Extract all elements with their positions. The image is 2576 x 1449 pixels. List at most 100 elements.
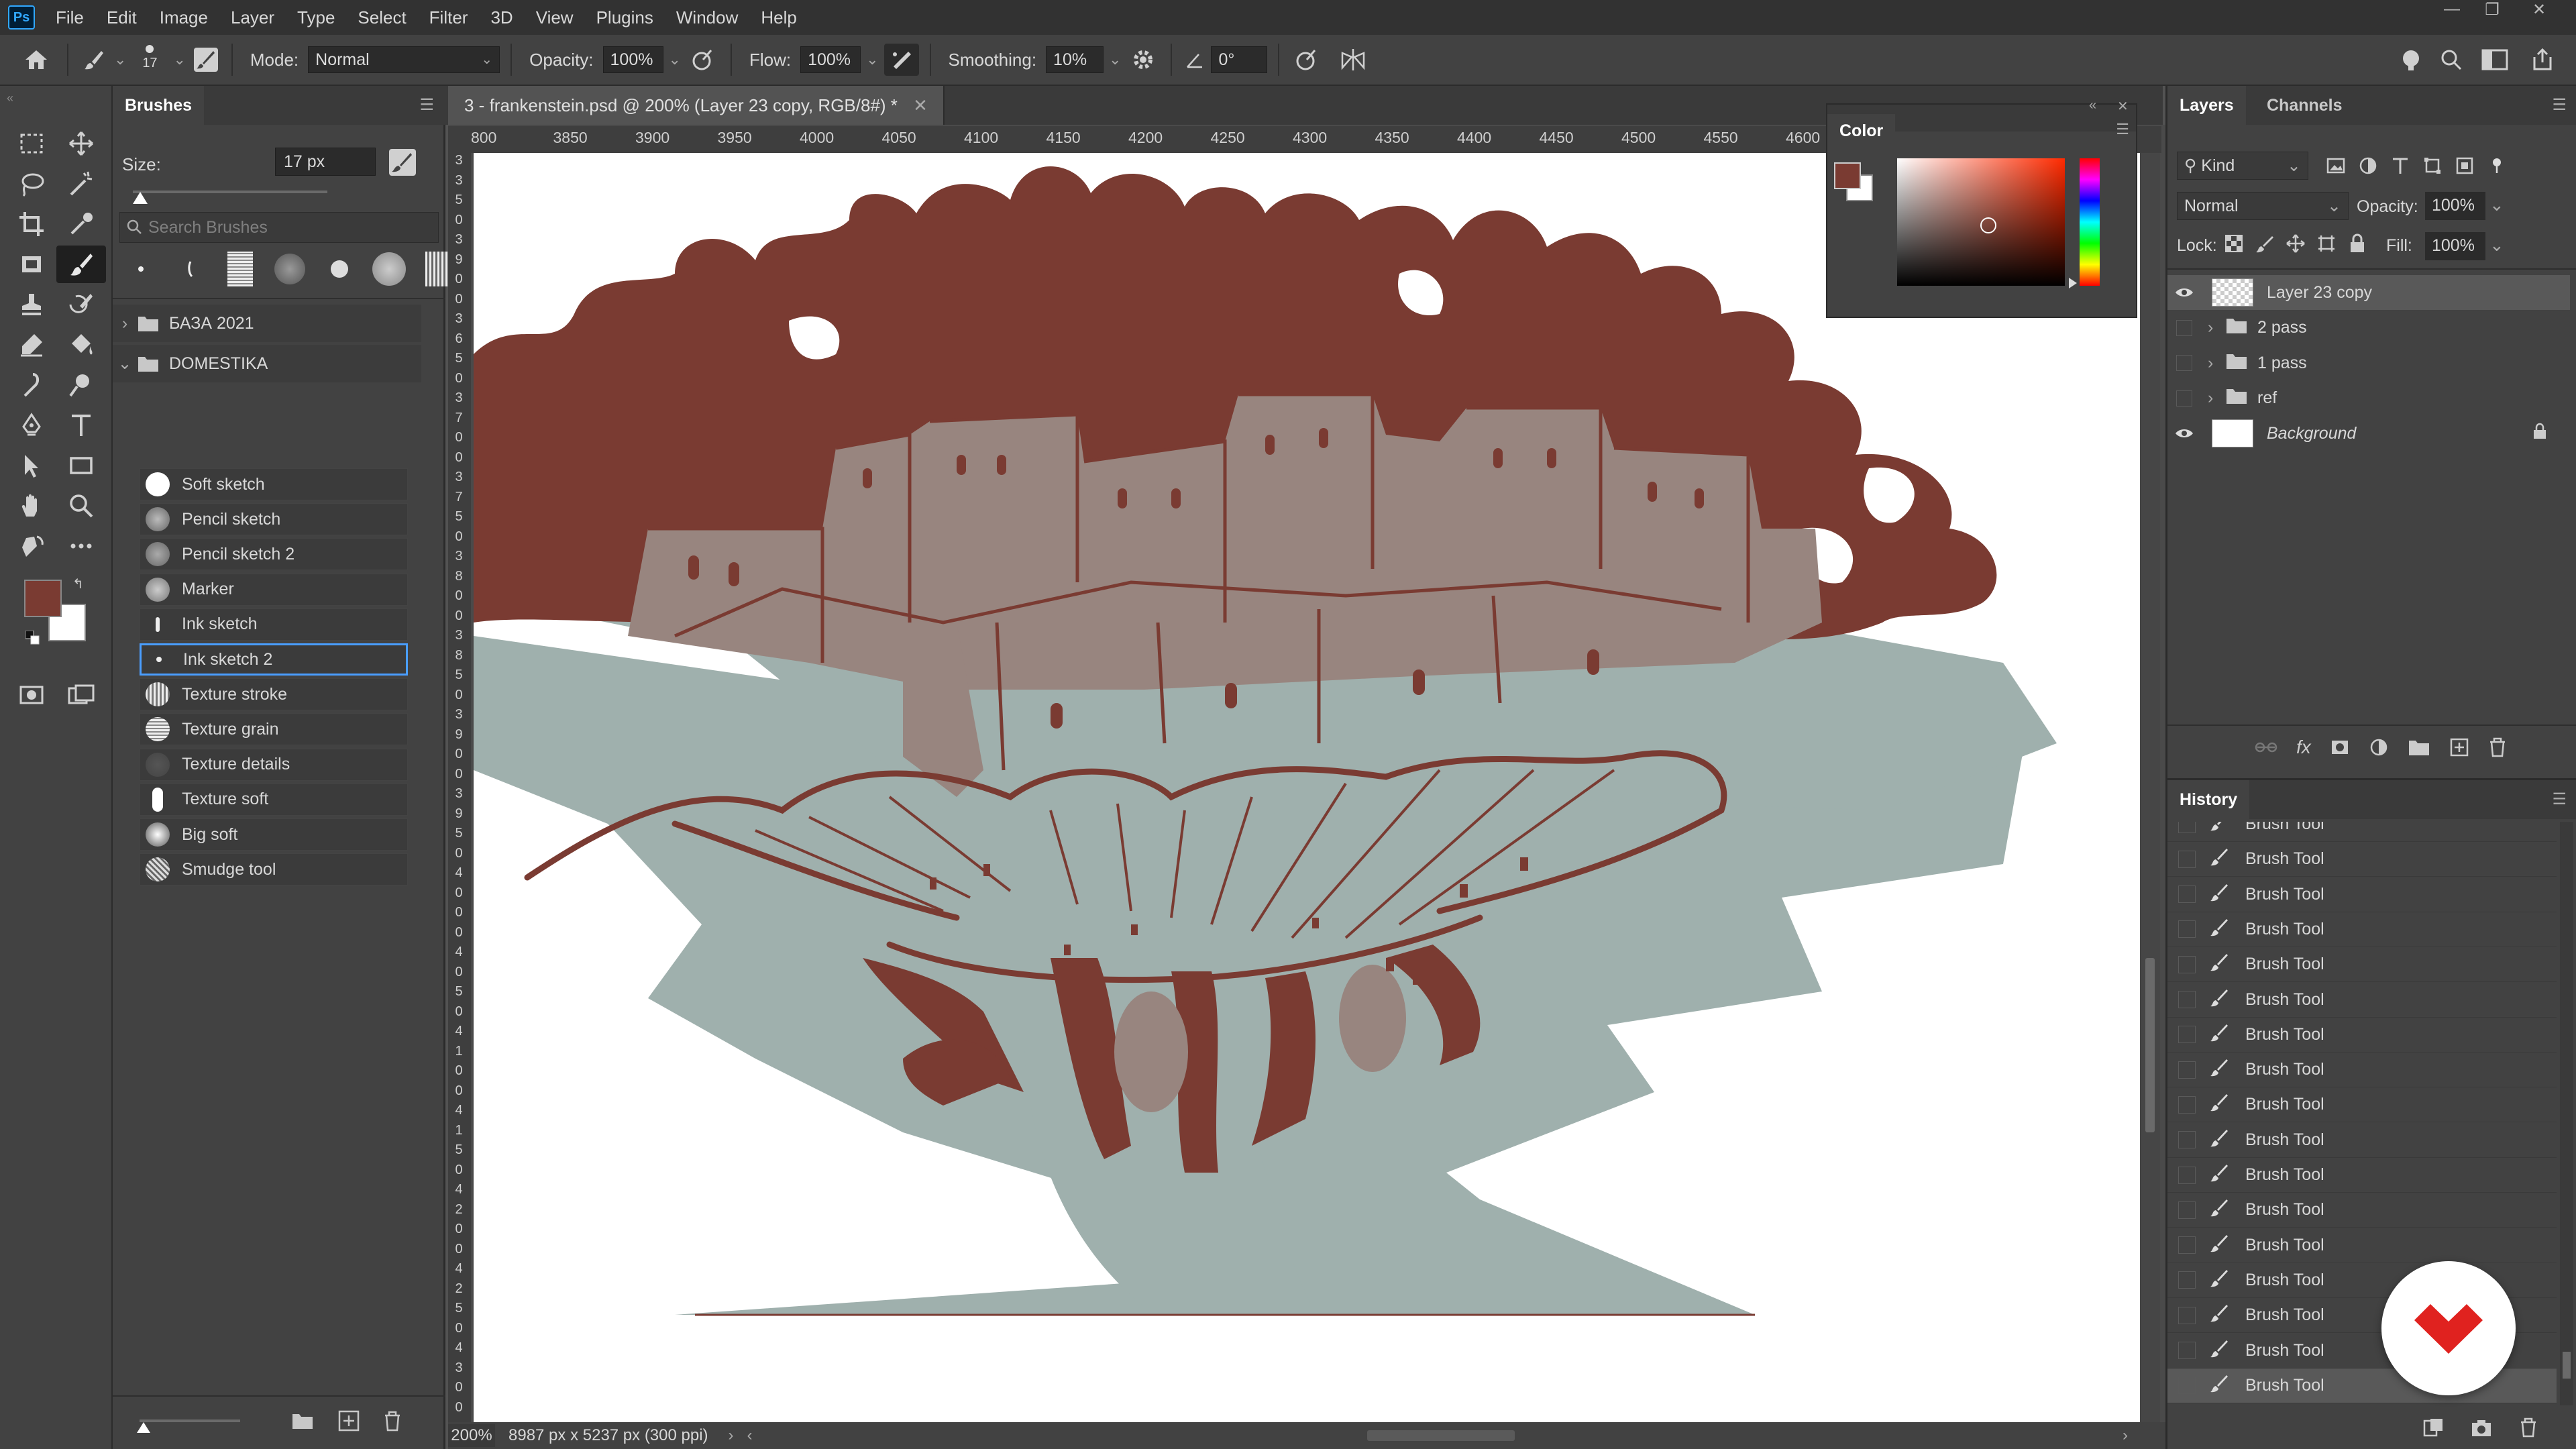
brush-item[interactable]: Ink sketch 2	[140, 643, 408, 676]
menu-item-select[interactable]: Select	[346, 0, 417, 35]
hand-tool-icon[interactable]	[7, 487, 56, 525]
recent-brush-ink-icon[interactable]	[169, 250, 212, 288]
vertical-scrollbar[interactable]	[2140, 153, 2160, 1422]
minimize-icon[interactable]: —	[2435, 0, 2469, 23]
trash-icon[interactable]	[2488, 737, 2507, 757]
menu-item-type[interactable]: Type	[286, 0, 346, 35]
chevron-right-icon[interactable]: ›	[2208, 354, 2225, 373]
swap-colors-icon[interactable]: ↰	[72, 576, 84, 592]
color-picker-cursor[interactable]	[1980, 217, 1996, 233]
scroll-thumb[interactable]	[2145, 958, 2155, 1132]
brush-item[interactable]: Texture soft	[140, 783, 408, 816]
workspace-icon[interactable]	[2478, 49, 2512, 70]
filter-smart-icon[interactable]	[2455, 156, 2475, 176]
color-panel-tab[interactable]: Color	[1827, 114, 1896, 148]
trash-icon[interactable]	[382, 1410, 402, 1436]
layer-row[interactable]: › 2 pass	[2167, 311, 2570, 345]
history-scrollbar[interactable]	[2560, 822, 2573, 1405]
type-tool-icon[interactable]	[56, 407, 106, 444]
new-document-from-state-icon[interactable]	[2422, 1417, 2444, 1438]
angle-input[interactable]: 0°	[1211, 46, 1268, 73]
smudge-tool-icon[interactable]	[7, 366, 56, 404]
brush-item[interactable]: Smudge tool	[140, 853, 408, 886]
history-panel-tab[interactable]: History	[2167, 780, 2250, 819]
magic-wand-icon[interactable]	[56, 165, 106, 203]
tool-preset-dropdown[interactable]: ⌄	[114, 51, 126, 68]
menu-item-plugins[interactable]: Plugins	[585, 0, 665, 35]
trash-icon[interactable]	[2519, 1417, 2538, 1438]
history-item[interactable]: Brush Tool	[2167, 1193, 2557, 1228]
new-brush-icon[interactable]	[338, 1410, 360, 1436]
lock-pixels-icon[interactable]	[2255, 233, 2275, 254]
collapse-panel-icon[interactable]: «	[2089, 98, 2096, 113]
brush-item[interactable]: Pencil sketch 2	[140, 538, 408, 571]
menu-item-image[interactable]: Image	[148, 0, 219, 35]
quick-mask-icon[interactable]	[7, 676, 56, 714]
history-snapshot-checkbox[interactable]	[2178, 1342, 2196, 1359]
history-item[interactable]: Brush Tool	[2167, 1123, 2557, 1158]
brush-item[interactable]: Texture details	[140, 748, 408, 781]
zoom-tool-icon[interactable]	[56, 487, 106, 525]
brush-tool-icon[interactable]	[79, 48, 109, 71]
lasso-tool-icon[interactable]	[7, 165, 56, 203]
layer-row[interactable]: Layer 23 copy	[2167, 275, 2570, 310]
panel-menu-icon[interactable]: ☰	[2552, 95, 2567, 115]
visibility-toggle[interactable]	[2167, 355, 2201, 371]
marquee-tool-icon[interactable]	[7, 125, 56, 162]
history-item[interactable]: Brush Tool	[2167, 1158, 2557, 1193]
path-selection-icon[interactable]	[7, 447, 56, 484]
brush-settings-toggle-icon[interactable]	[191, 47, 221, 72]
pressure-opacity-icon[interactable]	[686, 48, 720, 72]
tab-layers[interactable]: Layers	[2167, 86, 2246, 125]
restore-icon[interactable]: ❐	[2475, 0, 2509, 23]
pen-tool-icon[interactable]	[7, 407, 56, 444]
history-snapshot-checkbox[interactable]	[2178, 1306, 2196, 1324]
history-snapshot-checkbox[interactable]	[2178, 1236, 2196, 1254]
preview-slider-track[interactable]	[140, 1419, 240, 1422]
history-snapshot-checkbox[interactable]	[2178, 1131, 2196, 1149]
default-colors-icon[interactable]	[25, 629, 40, 645]
lock-icon[interactable]	[2532, 423, 2547, 445]
size-input[interactable]: 17 px	[275, 148, 376, 176]
fill-dropdown-icon[interactable]: ⌄	[2489, 235, 2504, 256]
filter-adjustment-icon[interactable]	[2358, 156, 2378, 176]
lock-artboard-icon[interactable]	[2316, 233, 2337, 254]
history-snapshot-checkbox[interactable]	[2178, 991, 2196, 1008]
brush-item[interactable]: Texture stroke	[140, 678, 408, 711]
snapshot-camera-icon[interactable]	[2471, 1417, 2492, 1438]
history-item[interactable]: Brush Tool	[2167, 1087, 2557, 1123]
history-snapshot-checkbox[interactable]	[2178, 1095, 2196, 1114]
size-slider-track[interactable]	[133, 191, 327, 193]
lock-position-icon[interactable]	[2286, 233, 2306, 254]
brush-item[interactable]: Texture grain	[140, 713, 408, 746]
history-snapshot-checkbox[interactable]	[2178, 1201, 2196, 1219]
recent-brush-texture-icon[interactable]	[219, 250, 262, 288]
history-item[interactable]: Brush Tool	[2167, 1018, 2557, 1053]
size-slider-thumb[interactable]	[133, 192, 148, 204]
panel-menu-icon[interactable]: ☰	[2116, 121, 2129, 138]
layer-opacity-input[interactable]: 100%	[2425, 192, 2485, 220]
history-item[interactable]: Brush Tool	[2167, 1368, 2557, 1403]
opacity-dropdown[interactable]: ⌄	[669, 51, 681, 68]
panel-menu-icon[interactable]: ☰	[2552, 790, 2567, 809]
fill-input[interactable]: 100%	[2425, 232, 2485, 260]
hue-slider-thumb[interactable]	[2069, 278, 2077, 288]
smoothing-input[interactable]: 10%	[1046, 46, 1104, 73]
chevron-right-icon[interactable]: ›	[2208, 318, 2225, 337]
scroll-right-icon[interactable]: ›	[2123, 1426, 2128, 1445]
history-item[interactable]: Brush Tool	[2167, 1228, 2557, 1263]
menu-item-filter[interactable]: Filter	[418, 0, 480, 35]
artwork-canvas[interactable]	[474, 153, 2140, 1422]
flow-dropdown[interactable]: ⌄	[866, 51, 878, 68]
create-brush-icon[interactable]	[388, 148, 420, 180]
new-group-icon[interactable]	[2408, 738, 2430, 757]
eye-icon[interactable]	[2167, 427, 2201, 440]
history-item[interactable]: Brush Tool	[2167, 912, 2557, 947]
new-layer-icon[interactable]	[2449, 737, 2469, 757]
menu-item-layer[interactable]: Layer	[219, 0, 286, 35]
layer-row[interactable]: › 1 pass	[2167, 345, 2570, 380]
saturation-value-picker[interactable]	[1897, 158, 2065, 286]
close-tab-icon[interactable]: ✕	[913, 95, 928, 115]
brush-item[interactable]: Big soft	[140, 818, 408, 851]
layer-row[interactable]: › ref	[2167, 381, 2570, 416]
